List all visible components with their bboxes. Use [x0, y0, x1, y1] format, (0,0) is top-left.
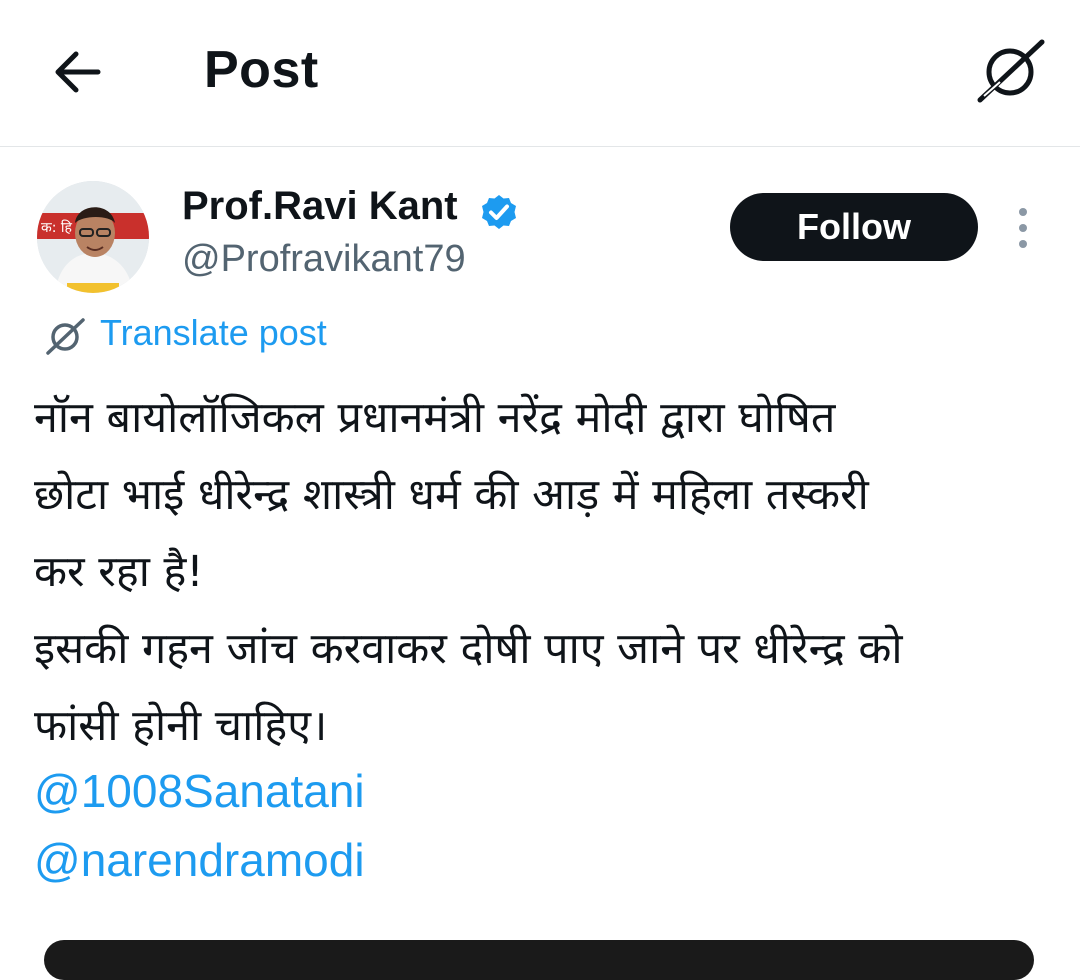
grok-translate-icon	[46, 318, 85, 355]
grok-button[interactable]	[974, 36, 1048, 104]
post-text-line: नॉन बायोलॉजिकल प्रधानमंत्री नरेंद्र मोदी…	[34, 393, 836, 443]
follow-button[interactable]: Follow	[730, 193, 978, 261]
author-name[interactable]: Prof.Ravi Kant	[182, 184, 458, 229]
verified-badge-icon	[482, 195, 516, 229]
post-text-line: छोटा भाई धीरेन्द्र शास्त्री धर्म की आड़ …	[34, 470, 869, 520]
mention-link[interactable]: @1008Sanatani	[34, 764, 365, 818]
author-photo: क: हि ा 30	[37, 181, 149, 293]
grok-icon	[977, 39, 1045, 103]
post-text-line: इसकी गहन जांच करवाकर दोषी पाए जाने पर धी…	[34, 624, 903, 674]
page-title: Post	[204, 41, 319, 99]
post-media-preview[interactable]	[44, 940, 1034, 980]
post-body: नॉन बायोलॉजिकल प्रधानमंत्री नरेंद्र मोदी…	[34, 380, 1064, 765]
post-text-line: फांसी होनी चाहिए।	[34, 701, 328, 751]
more-vertical-icon	[1019, 208, 1027, 248]
author-handle[interactable]: @Profravikant79	[182, 238, 466, 281]
translate-post-label: Translate post	[100, 312, 327, 353]
mention-link[interactable]: @narendramodi	[34, 833, 365, 887]
verified-badge	[480, 193, 518, 231]
arrow-left-icon	[55, 51, 101, 93]
more-options-button[interactable]	[1008, 206, 1038, 250]
back-button[interactable]	[50, 44, 106, 100]
post-text-line: कर रहा है!	[34, 547, 204, 597]
top-bar: Post	[0, 0, 1080, 147]
avatar[interactable]: क: हि ा 30	[37, 181, 149, 293]
